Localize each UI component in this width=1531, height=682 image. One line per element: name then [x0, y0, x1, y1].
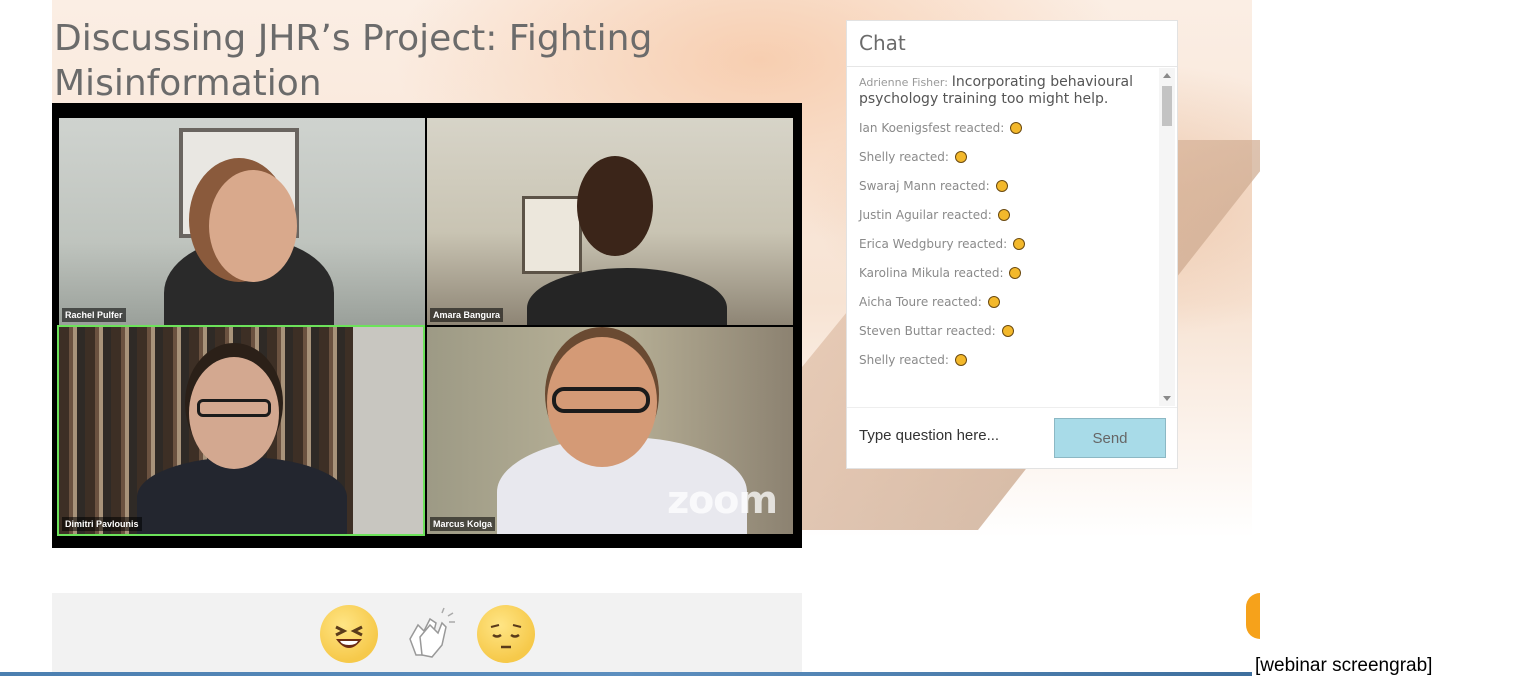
chat-author: Adrienne Fisher: [859, 76, 948, 89]
scroll-thumb[interactable] [1162, 86, 1172, 126]
chat-reaction: Erica Wedgbury reacted: [859, 236, 1161, 252]
laughing-face-icon[interactable] [320, 605, 378, 663]
chat-panel: Chat Adrienne Fisher: Incorporating beha… [846, 20, 1178, 469]
clapping-hands-icon [1009, 267, 1022, 279]
person-body [137, 457, 347, 534]
chat-author: Steven Buttar reacted: [859, 324, 996, 338]
laughing-face-features [335, 625, 363, 648]
wall [353, 327, 423, 534]
person-head [577, 156, 653, 256]
chat-title: Chat [847, 21, 1177, 67]
clapping-hands-icon [987, 296, 1000, 308]
scroll-down-icon[interactable] [1163, 396, 1171, 401]
reaction-bar [52, 593, 802, 672]
chat-message-list[interactable]: Adrienne Fisher: Incorporating behaviour… [847, 68, 1161, 406]
zoom-watermark: zoom [667, 478, 778, 522]
chat-author: Ian Koenigsfest reacted: [859, 121, 1005, 135]
chat-message: Adrienne Fisher: Incorporating behaviour… [859, 74, 1161, 107]
chat-scrollbar[interactable] [1159, 68, 1175, 406]
pensive-face-features [490, 624, 522, 649]
clapping-hands-icon [954, 151, 967, 163]
scroll-up-icon[interactable] [1163, 73, 1171, 78]
video-grid: Rachel Pulfer Amara Bangura Dimitri Pavl… [52, 103, 802, 548]
clapping-hands-icon [954, 354, 967, 366]
glasses [197, 399, 271, 417]
video-tile-amara[interactable]: Amara Bangura [427, 118, 793, 325]
chat-reaction: Steven Buttar reacted: [859, 323, 1161, 339]
clapping-hands-icon[interactable] [402, 605, 460, 663]
video-tile-dimitri-active-speaker[interactable]: Dimitri Pavlounis [57, 325, 425, 536]
pensive-face-icon[interactable] [477, 605, 535, 663]
clapping-hands-icon [1001, 325, 1014, 337]
chat-reaction: Shelly reacted: [859, 352, 1161, 368]
chat-reaction: Karolina Mikula reacted: [859, 265, 1161, 281]
clapping-hands-drawing [409, 607, 455, 658]
participant-name: Marcus Kolga [430, 517, 496, 531]
chat-reaction: Shelly reacted: [859, 149, 1161, 165]
chat-author: Justin Aguilar reacted: [859, 208, 992, 222]
chat-reaction: Ian Koenigsfest reacted: [859, 120, 1161, 136]
glasses [552, 387, 650, 413]
chat-author: Shelly reacted: [859, 353, 949, 367]
clapping-hands-icon [1010, 122, 1023, 134]
bottom-divider [0, 672, 1252, 676]
background-margin [0, 0, 52, 672]
person-head [209, 170, 297, 282]
chat-author: Shelly reacted: [859, 150, 949, 164]
participant-name: Dimitri Pavlounis [62, 517, 142, 531]
clapping-hands-icon [997, 209, 1010, 221]
clapping-hands-icon [1013, 238, 1026, 250]
chat-author: Erica Wedgbury reacted: [859, 237, 1008, 251]
video-tile-marcus[interactable]: zoom Marcus Kolga [427, 327, 793, 534]
page-title: Discussing JHR’s Project: Fighting Misin… [54, 18, 653, 104]
wall-art [522, 196, 582, 274]
help-bubble[interactable] [1246, 593, 1260, 639]
participant-name: Amara Bangura [430, 308, 504, 322]
send-button[interactable]: Send [1054, 418, 1166, 458]
chat-author: Swaraj Mann reacted: [859, 179, 990, 193]
chat-reaction: Aicha Toure reacted: [859, 294, 1161, 310]
question-input[interactable] [859, 420, 1049, 450]
clapping-hands-icon [995, 180, 1008, 192]
participant-name: Rachel Pulfer [62, 308, 126, 322]
chat-author: Karolina Mikula reacted: [859, 266, 1004, 280]
video-tile-rachel[interactable]: Rachel Pulfer [59, 118, 425, 325]
chat-reaction: Swaraj Mann reacted: [859, 178, 1161, 194]
image-caption: [webinar screengrab] [1255, 655, 1433, 676]
chat-reaction: Justin Aguilar reacted: [859, 207, 1161, 223]
chat-author: Aicha Toure reacted: [859, 295, 982, 309]
chat-input-row: Send [847, 407, 1177, 469]
